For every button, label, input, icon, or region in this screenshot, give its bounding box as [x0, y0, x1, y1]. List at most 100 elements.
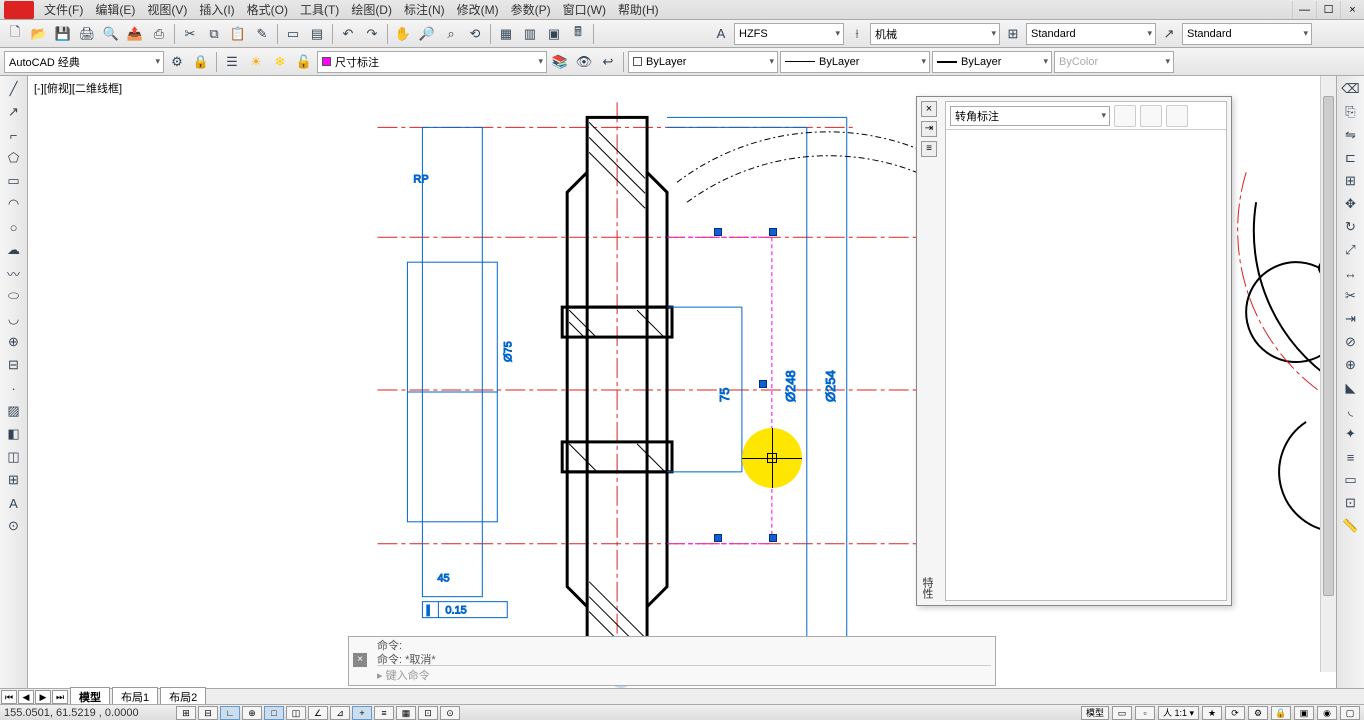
lwt-toggle[interactable]: ≡ [374, 706, 394, 720]
open-icon[interactable]: 📂 [28, 23, 50, 45]
grip[interactable] [769, 534, 777, 542]
ellipse-icon[interactable]: ⬭ [2, 285, 26, 307]
otrack-toggle[interactable]: ∠ [308, 706, 328, 720]
undo-icon[interactable]: ↶ [337, 23, 359, 45]
color-combo[interactable]: ByLayer [628, 51, 778, 73]
mirror-icon[interactable]: ⇋ [1339, 124, 1363, 146]
measure-icon[interactable]: 📏 [1339, 515, 1363, 537]
paste-icon[interactable]: 📋 [227, 23, 249, 45]
plotstyle-combo[interactable]: ByColor [1054, 51, 1174, 73]
scrollbar-vertical[interactable] [1320, 76, 1336, 672]
tool-palette-icon[interactable]: ▣ [543, 23, 565, 45]
insert-block-icon[interactable]: ⊕ [2, 331, 26, 353]
layer-prev-icon[interactable]: ↩ [597, 51, 619, 73]
workspace-settings-icon[interactable]: ⚙ [166, 51, 188, 73]
dim-style-combo[interactable]: 机械 [870, 23, 1000, 45]
cut-icon[interactable]: ✂ [179, 23, 201, 45]
extend-icon[interactable]: ⇥ [1339, 308, 1363, 330]
join-icon[interactable]: ⊕ [1339, 354, 1363, 376]
mleader-style-icon[interactable]: ↗ [1158, 23, 1180, 45]
move-icon[interactable]: ✥ [1339, 193, 1363, 215]
line-icon[interactable]: ╱ [2, 78, 26, 100]
plot-icon[interactable]: ⎙ [148, 23, 170, 45]
stretch-icon[interactable]: ↔ [1339, 262, 1363, 284]
qp-toggle[interactable]: ⊡ [418, 706, 438, 720]
menu-parametric[interactable]: 参数(P) [505, 0, 557, 20]
zoom-prev-icon[interactable]: ⟲ [464, 23, 486, 45]
command-line[interactable]: × 命令: 命令: *取消* ▸ 键入命令 [348, 636, 996, 686]
tab-next-icon[interactable]: ▶ [35, 690, 51, 704]
palette-menu-icon[interactable]: ≡ [921, 141, 937, 157]
pan-icon[interactable]: ✋ [392, 23, 414, 45]
menu-modify[interactable]: 修改(M) [451, 0, 505, 20]
grip[interactable] [714, 228, 722, 236]
properties-icon[interactable]: ▦ [495, 23, 517, 45]
polyline-icon[interactable]: ⌐ [2, 124, 26, 146]
layer-iso-icon[interactable]: 👁 [573, 51, 595, 73]
grip[interactable] [769, 228, 777, 236]
layer-on-icon[interactable]: ☀ [245, 51, 267, 73]
select-objects-icon[interactable] [1140, 105, 1162, 127]
grid-toggle[interactable]: ⊟ [198, 706, 218, 720]
offset-icon[interactable]: ⊏ [1339, 147, 1363, 169]
dyn-toggle[interactable]: + [352, 706, 372, 720]
gradient-icon[interactable]: ◧ [2, 423, 26, 445]
isolate-icon[interactable]: ◉ [1317, 706, 1337, 720]
layer-freeze-icon[interactable]: ❄ [269, 51, 291, 73]
linetype-combo[interactable]: ByLayer [780, 51, 930, 73]
quick-select-icon[interactable] [1114, 105, 1136, 127]
layer-combo[interactable]: 尺寸标注 [317, 51, 547, 73]
select-icon[interactable]: ▭ [1339, 469, 1363, 491]
palette-close-icon[interactable]: × [921, 101, 937, 117]
workspace-combo[interactable]: AutoCAD 经典 [4, 51, 164, 73]
rotate-icon[interactable]: ↻ [1339, 216, 1363, 238]
menu-window[interactable]: 窗口(W) [557, 0, 612, 20]
spline-icon[interactable]: 〰 [2, 262, 26, 284]
point-icon[interactable]: · [2, 377, 26, 399]
array-icon[interactable]: ⊞ [1339, 170, 1363, 192]
hardware-accel-icon[interactable]: ▣ [1294, 706, 1314, 720]
make-block-icon[interactable]: ⊟ [2, 354, 26, 376]
menu-tools[interactable]: 工具(T) [294, 0, 345, 20]
redo-icon[interactable]: ↷ [361, 23, 383, 45]
tab-last-icon[interactable]: ⏭ [52, 690, 68, 704]
publish-icon[interactable]: 📤 [124, 23, 146, 45]
window-minimize[interactable]: — [1292, 1, 1316, 19]
region-icon[interactable]: ◫ [2, 446, 26, 468]
menu-dimension[interactable]: 标注(N) [398, 0, 451, 20]
text-style-combo[interactable]: HZFS [734, 23, 844, 45]
draworder-icon[interactable]: ≡ [1339, 446, 1363, 468]
palette-type-combo[interactable]: 转角标注 [950, 106, 1110, 126]
rectangle-icon[interactable]: ▭ [2, 170, 26, 192]
erase-icon[interactable]: ⌫ [1339, 78, 1363, 100]
explode-icon[interactable]: ✦ [1339, 423, 1363, 445]
menu-edit[interactable]: 编辑(E) [89, 0, 141, 20]
toggle-pim-icon[interactable] [1166, 105, 1188, 127]
dim-style-icon[interactable]: ⟊ [846, 23, 868, 45]
ws-switch-icon[interactable]: ⚙ [1248, 706, 1268, 720]
polar-toggle[interactable]: ⊕ [242, 706, 262, 720]
save-icon[interactable]: 💾 [52, 23, 74, 45]
layer-lock-icon[interactable]: 🔓 [293, 51, 315, 73]
menu-format[interactable]: 格式(O) [241, 0, 294, 20]
anno-auto-icon[interactable]: ⟳ [1225, 706, 1245, 720]
sc-toggle[interactable]: ⊙ [440, 706, 460, 720]
menu-insert[interactable]: 插入(I) [193, 0, 240, 20]
new-icon[interactable]: 🗋 [4, 23, 26, 45]
menu-file[interactable]: 文件(F) [38, 0, 89, 20]
cmd-close-icon[interactable]: × [353, 653, 367, 667]
clean-screen-icon[interactable]: ▢ [1340, 706, 1360, 720]
copy-icon[interactable]: ⧉ [203, 23, 225, 45]
block-icon[interactable]: ▭ [282, 23, 304, 45]
mleader-style-combo[interactable]: Standard [1182, 23, 1312, 45]
arc-icon[interactable]: ◠ [2, 193, 26, 215]
osnap-toggle[interactable]: □ [264, 706, 284, 720]
sheet-icon[interactable]: ▥ [519, 23, 541, 45]
toolbar-lock-icon[interactable]: 🔒 [1271, 706, 1291, 720]
fillet-icon[interactable]: ◟ [1339, 400, 1363, 422]
workspace-lock-icon[interactable]: 🔒 [190, 51, 212, 73]
scale-icon[interactable]: ⤢ [1339, 239, 1363, 261]
trim-icon[interactable]: ✂ [1339, 285, 1363, 307]
menu-view[interactable]: 视图(V) [141, 0, 193, 20]
match-icon[interactable]: ✎ [251, 23, 273, 45]
